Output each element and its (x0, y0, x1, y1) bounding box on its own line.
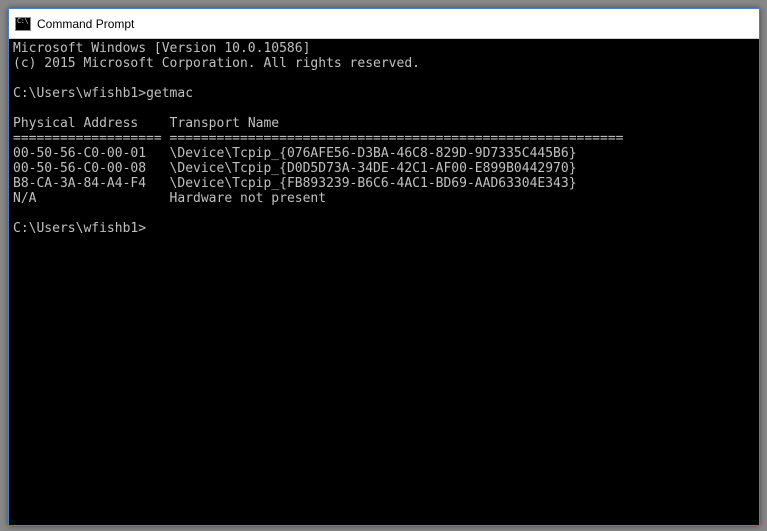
cell-physical-address: 00-50-56-C0-00-01 (13, 146, 146, 161)
blank-line (13, 101, 755, 116)
prompt-path: C:\Users\wfishb1> (13, 221, 146, 236)
command-prompt-window: C:\ Command Prompt Microsoft Windows [Ve… (8, 8, 760, 526)
cell-physical-address: 00-50-56-C0-00-08 (13, 161, 146, 176)
prompt-path: C:\Users\wfishb1> (13, 86, 146, 101)
table-row: 00-50-56-C0-00-08 \Device\Tcpip_{D0D5D73… (13, 161, 755, 176)
cell-transport-name: \Device\Tcpip_{FB893239-B6C6-4AC1-BD69-A… (170, 176, 577, 191)
table-row: 00-50-56-C0-00-01 \Device\Tcpip_{076AFE5… (13, 146, 755, 161)
table-row: B8-CA-3A-84-A4-F4 \Device\Tcpip_{FB89323… (13, 176, 755, 191)
cell-transport-name: \Device\Tcpip_{076AFE56-D3BA-46C8-829D-9… (170, 146, 577, 161)
command-text: getmac (146, 86, 193, 101)
blank-line (13, 71, 755, 86)
blank-line (13, 206, 755, 221)
header-physical: Physical Address (13, 116, 138, 131)
window-title: Command Prompt (37, 17, 134, 31)
table-header: Physical Address Transport Name (13, 116, 755, 131)
copyright-line: (c) 2015 Microsoft Corporation. All righ… (13, 56, 755, 71)
prompt-line-1: C:\Users\wfishb1>getmac (13, 86, 755, 101)
table-separator: =================== ====================… (13, 131, 755, 146)
cmd-icon: C:\ (15, 17, 31, 31)
version-line: Microsoft Windows [Version 10.0.10586] (13, 41, 755, 56)
titlebar[interactable]: C:\ Command Prompt (9, 9, 759, 39)
cell-physical-address: B8-CA-3A-84-A4-F4 (13, 176, 146, 191)
terminal-output[interactable]: Microsoft Windows [Version 10.0.10586](c… (9, 39, 759, 525)
table-row: N/A Hardware not present (13, 191, 755, 206)
cell-physical-address: N/A (13, 191, 36, 206)
header-transport: Transport Name (170, 116, 280, 131)
cell-transport-name: Hardware not present (170, 191, 327, 206)
cell-transport-name: \Device\Tcpip_{D0D5D73A-34DE-42C1-AF00-E… (170, 161, 577, 176)
prompt-line-2: C:\Users\wfishb1> (13, 221, 755, 236)
